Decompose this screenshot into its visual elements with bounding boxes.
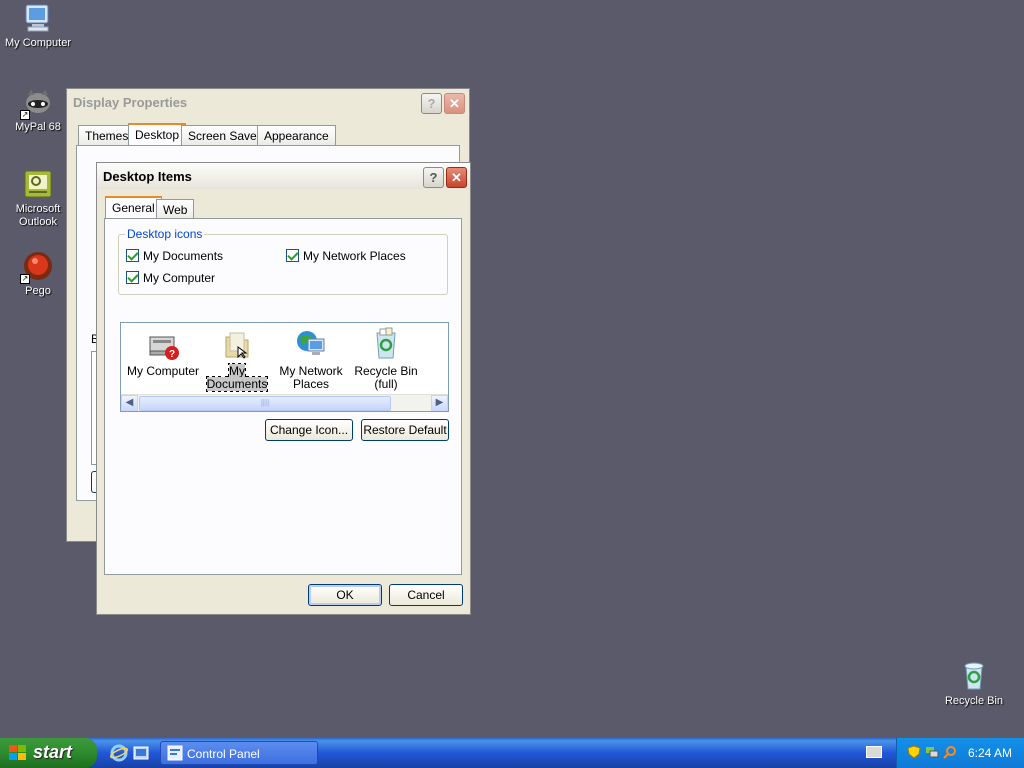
internet-explorer-icon[interactable] bbox=[109, 744, 129, 762]
desktop-icon-outlook[interactable]: Microsoft Outlook bbox=[0, 168, 76, 229]
search-tray-icon[interactable] bbox=[943, 745, 957, 759]
icon-item-my-network-places[interactable]: My Network Places bbox=[272, 327, 350, 391]
checkbox-checked-icon bbox=[126, 249, 139, 262]
window-title: Display Properties bbox=[73, 95, 188, 110]
keyboard-icon[interactable] bbox=[866, 746, 882, 758]
desktop-icon-label: MyPal 68 bbox=[15, 121, 61, 133]
start-button[interactable]: start bbox=[0, 738, 97, 768]
shortcut-arrow-icon: ↗ bbox=[20, 274, 30, 284]
icon-item-label: My Documents bbox=[205, 363, 269, 392]
icon-item-label: My Network Places bbox=[279, 364, 343, 391]
horizontal-scrollbar[interactable]: ◀ |||| ▶ bbox=[121, 394, 448, 411]
icon-item-recycle-bin-empty-partial[interactable]: Re ( bbox=[421, 327, 448, 378]
checkbox-label: My Computer bbox=[143, 271, 216, 285]
icon-item-my-computer[interactable]: ? My Computer bbox=[124, 327, 202, 378]
computer-icon bbox=[22, 2, 54, 34]
scroll-right-button[interactable]: ▶ bbox=[431, 395, 448, 411]
desktop-icon-recycle-bin[interactable]: Recycle Bin bbox=[936, 660, 1012, 708]
desktop-icon-pego[interactable]: ↗ Pego bbox=[0, 250, 76, 298]
icon-item-label: My Computer bbox=[126, 364, 200, 378]
group-label: Desktop icons bbox=[125, 227, 205, 241]
task-button-label: Control Panel bbox=[187, 747, 260, 761]
recycle-bin-icon bbox=[958, 660, 990, 692]
icon-item-label: Re ( bbox=[421, 365, 448, 378]
desktop-icon-label: My Computer bbox=[4, 37, 72, 49]
checkbox-checked-icon bbox=[126, 271, 139, 284]
pego-icon: ↗ bbox=[20, 250, 54, 284]
checkbox-label: My Network Places bbox=[303, 249, 406, 263]
checkbox-my-computer[interactable]: My Computer bbox=[126, 271, 215, 285]
start-label: start bbox=[33, 742, 73, 762]
icon-item-label: Recycle Bin (full) bbox=[354, 364, 418, 391]
change-icon-button[interactable]: Change Icon... bbox=[265, 419, 353, 441]
network-tray-icon[interactable] bbox=[925, 745, 939, 759]
icon-item-my-documents[interactable]: My Documents bbox=[198, 327, 276, 392]
close-button[interactable]: ✕ bbox=[446, 167, 467, 188]
shortcut-arrow-icon: ↗ bbox=[20, 110, 30, 120]
checkbox-my-network-places[interactable]: My Network Places bbox=[286, 249, 406, 263]
show-desktop-icon[interactable] bbox=[132, 744, 150, 762]
scroll-left-button[interactable]: ◀ bbox=[121, 395, 138, 411]
mypal-raccoon-icon: ↗ bbox=[20, 86, 54, 120]
checkbox-my-documents[interactable]: My Documents bbox=[126, 249, 223, 263]
taskbar: start Control Panel 6:24 AM bbox=[0, 738, 1024, 768]
desktop-items-titlebar[interactable]: Desktop Items ? ✕ bbox=[97, 163, 470, 189]
task-button-control-panel[interactable]: Control Panel bbox=[160, 741, 318, 765]
checkbox-label: My Documents bbox=[143, 249, 224, 263]
desktop-icon-mypal[interactable]: ↗ MyPal 68 bbox=[0, 86, 76, 134]
general-tab-panel: Desktop icons My Documents My Network Pl… bbox=[104, 218, 462, 575]
tab-web[interactable]: Web bbox=[156, 199, 195, 219]
network-places-icon bbox=[294, 327, 328, 361]
tab-general[interactable]: General bbox=[105, 196, 162, 218]
desktop-icon-label: Recycle Bin bbox=[944, 695, 1004, 707]
desktop-items-dialog: Desktop Items ? ✕ General Web Desktop ic… bbox=[96, 162, 471, 615]
desktop-icon-label: Pego bbox=[25, 285, 51, 297]
recycle-bin-full-icon bbox=[369, 327, 403, 361]
dialog-title: Desktop Items bbox=[103, 169, 192, 184]
cancel-button[interactable]: Cancel bbox=[389, 584, 463, 606]
help-button[interactable]: ? bbox=[423, 167, 444, 188]
svg-text:?: ? bbox=[169, 349, 175, 360]
desktop-icon-my-computer[interactable]: My Computer bbox=[0, 2, 76, 50]
computer-error-icon: ? bbox=[146, 327, 180, 361]
ok-button[interactable]: OK bbox=[308, 584, 382, 606]
tab-screen-saver[interactable]: Screen Saver bbox=[181, 125, 268, 145]
tab-desktop[interactable]: Desktop bbox=[128, 123, 187, 145]
recycle-bin-empty-icon bbox=[443, 327, 448, 361]
scroll-thumb[interactable]: |||| bbox=[139, 396, 391, 411]
desktop-icon-label: Microsoft Outlook bbox=[15, 203, 61, 228]
tab-appearance[interactable]: Appearance bbox=[257, 125, 336, 145]
restore-default-button[interactable]: Restore Default bbox=[361, 419, 449, 441]
windows-flag-icon bbox=[9, 745, 27, 761]
security-shield-icon[interactable] bbox=[907, 745, 921, 759]
desktop-icons-listview[interactable]: ? My Computer My Documents My Network Pl… bbox=[120, 322, 449, 412]
icon-item-recycle-bin-full[interactable]: Recycle Bin (full) bbox=[347, 327, 425, 391]
display-properties-titlebar[interactable]: Display Properties ? ✕ bbox=[67, 89, 469, 115]
desktop-icons-group: Desktop icons bbox=[118, 227, 448, 295]
tab-themes[interactable]: Themes bbox=[78, 125, 136, 145]
clock[interactable]: 6:24 AM bbox=[968, 746, 1012, 760]
system-tray: 6:24 AM bbox=[896, 738, 1024, 768]
documents-folder-icon bbox=[220, 327, 254, 361]
checkbox-checked-icon bbox=[286, 249, 299, 262]
close-button[interactable]: ✕ bbox=[444, 93, 465, 114]
outlook-icon bbox=[22, 168, 54, 200]
help-button[interactable]: ? bbox=[421, 93, 442, 114]
control-panel-icon bbox=[167, 745, 183, 761]
